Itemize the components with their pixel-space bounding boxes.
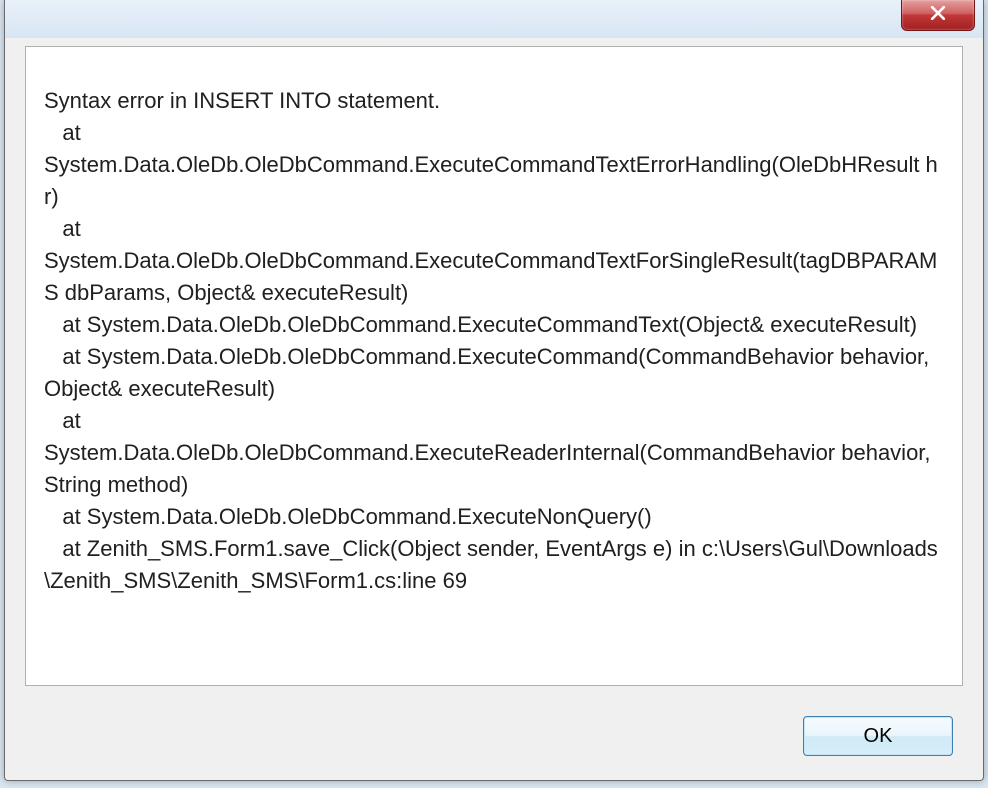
close-icon — [929, 6, 947, 25]
close-button[interactable] — [901, 0, 975, 31]
button-row: OK — [803, 716, 953, 756]
titlebar[interactable] — [5, 0, 983, 38]
message-content-panel: Syntax error in INSERT INTO statement. a… — [25, 46, 963, 686]
ok-button[interactable]: OK — [803, 716, 953, 756]
message-box-dialog: Syntax error in INSERT INTO statement. a… — [4, 0, 984, 781]
error-message-text: Syntax error in INSERT INTO statement. a… — [44, 85, 944, 597]
